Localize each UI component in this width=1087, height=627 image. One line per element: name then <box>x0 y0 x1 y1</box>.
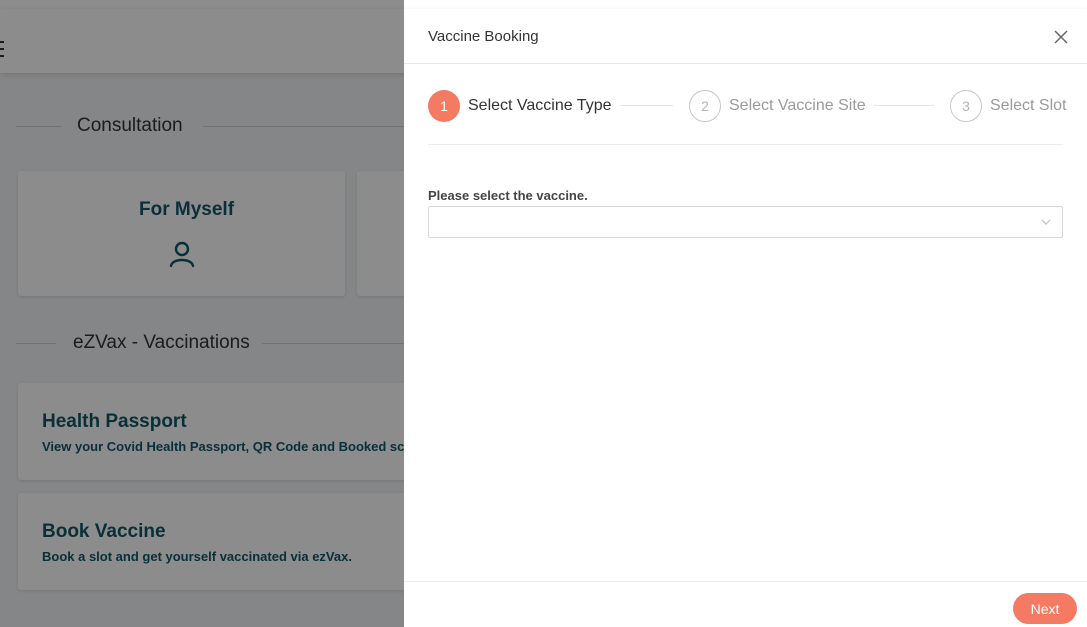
modal-overlay[interactable] <box>0 0 404 627</box>
step-1-number: 1 <box>428 90 460 122</box>
step-connector <box>621 105 673 106</box>
step-3-number: 3 <box>950 90 982 122</box>
step-3-label: Select Slot <box>990 97 1067 114</box>
step-2-label: Select Vaccine Site <box>729 97 866 114</box>
vaccine-select-label: Please select the vaccine. <box>428 188 588 203</box>
step-3: 3 Select Slot <box>950 90 1066 122</box>
step-1: 1 Select Vaccine Type <box>428 90 612 122</box>
drawer-title: Vaccine Booking <box>428 28 539 45</box>
step-2: 2 Select Vaccine Site <box>689 90 866 122</box>
step-2-number: 2 <box>689 90 721 122</box>
step-connector <box>874 105 934 106</box>
footer-divider <box>404 581 1087 582</box>
close-icon[interactable] <box>1051 27 1071 47</box>
vaccine-select[interactable] <box>428 206 1063 238</box>
step-1-label: Select Vaccine Type <box>468 97 612 114</box>
vaccine-booking-drawer: Vaccine Booking 1 Select Vaccine Type 2 … <box>404 9 1087 627</box>
chevron-down-icon <box>1041 219 1051 225</box>
next-button[interactable]: Next <box>1013 593 1077 624</box>
header-divider <box>404 63 1087 64</box>
steps-divider <box>428 144 1063 145</box>
